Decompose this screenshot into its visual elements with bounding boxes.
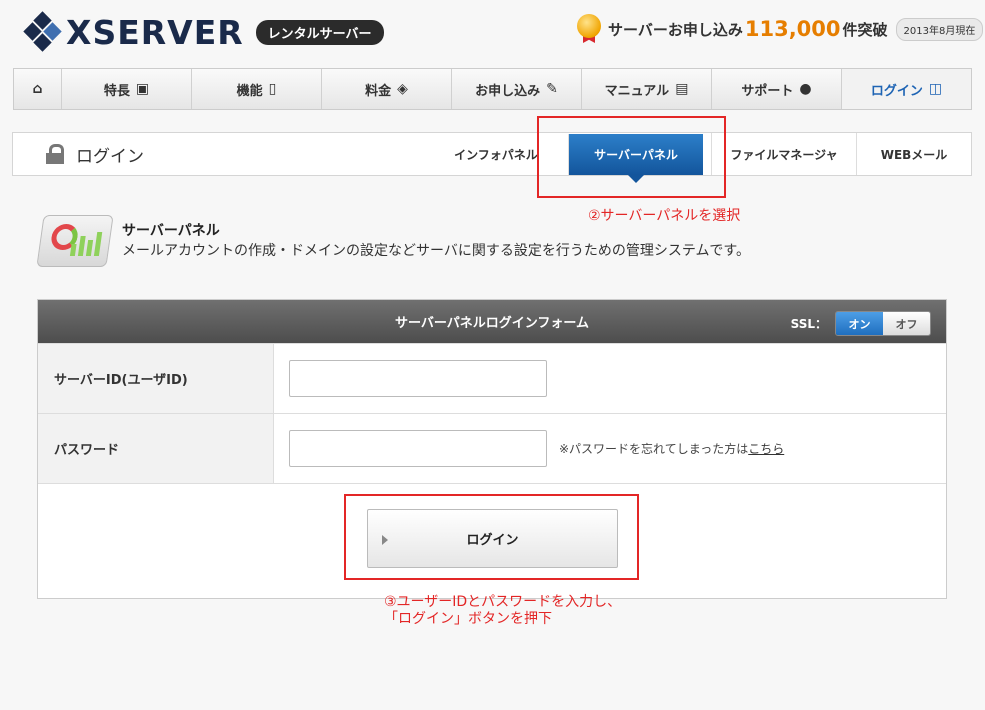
login-subnav: ログイン インフォパネル サーバーパネル ファイルマネージャ WEBメール: [12, 132, 972, 183]
nav-label: 料金: [365, 83, 392, 99]
nav-label: 機能: [236, 83, 263, 99]
annotation-step3-line1: ③ユーザーIDとパスワードを入力し、: [384, 594, 622, 610]
annotation-box-server-panel: [537, 116, 726, 198]
promo-date: 2013年8月現在: [895, 17, 984, 41]
tab-file-manager[interactable]: ファイルマネージャ: [711, 133, 856, 175]
ssl-on-button[interactable]: オン: [836, 312, 883, 335]
promo-suffix: 件突破: [842, 20, 888, 39]
nav-label: ログイン: [870, 83, 923, 99]
home-icon: ⌂: [32, 81, 43, 97]
ssl-switch: SSL： オン オフ: [791, 311, 931, 336]
logo-mark-icon: [22, 11, 62, 52]
forgot-password-link[interactable]: こちら: [748, 442, 784, 456]
ssl-label: SSL：: [790, 317, 827, 331]
form-header: サーバーパネルログインフォーム SSL： オン オフ: [38, 300, 946, 343]
mouse-icon: ▯: [268, 81, 277, 97]
promo-banner: サーバーお申し込み 113,000 件突破 2013年8月現在: [576, 14, 984, 44]
annotation-box-login: [344, 494, 639, 580]
nav-support[interactable]: サポート ●: [712, 69, 842, 109]
intro-title: サーバーパネル: [122, 223, 220, 239]
pencil-icon: ✎: [546, 81, 558, 97]
user-icon: ●: [799, 81, 812, 97]
annotation-step3: ③ユーザーIDとパスワードを入力し、 「ログイン」ボタンを押下: [384, 594, 621, 628]
nav-label: お申し込み: [475, 83, 541, 99]
nav-label: 特長: [103, 83, 130, 99]
nav-manual[interactable]: マニュアル ▤: [582, 69, 712, 109]
nav-label: マニュアル: [604, 83, 670, 99]
tag-icon: ◈: [397, 81, 408, 97]
ssl-toggle: オン オフ: [835, 311, 931, 336]
main-nav: ⌂ 特長 ▣ 機能 ▯ 料金 ◈ お申し込み ✎ マニュアル ▤ サポート ● …: [13, 68, 972, 110]
nav-apply[interactable]: お申し込み ✎: [452, 69, 582, 109]
medal-icon: [576, 14, 602, 44]
intro-description: メールアカウントの作成・ドメインの設定などサーバに関する設定を行うための管理シス…: [122, 243, 751, 259]
nav-pricing[interactable]: 料金 ◈: [322, 69, 452, 109]
form-title: サーバーパネルログインフォーム: [395, 316, 589, 331]
nav-home[interactable]: ⌂: [14, 69, 62, 109]
nav-label: サポート: [741, 83, 794, 99]
promo-prefix: サーバーお申し込み: [608, 20, 743, 39]
server-id-row: サーバーID(ユーザID): [38, 343, 946, 413]
logo-text: XSERVER: [66, 12, 244, 52]
nav-functions[interactable]: 機能 ▯: [192, 69, 322, 109]
lock-icon: [46, 144, 64, 164]
annotation-step2: ②サーバーパネルを選択: [588, 208, 741, 224]
forgot-password-note: ※パスワードを忘れてしまった方はこちら: [559, 440, 784, 457]
book-icon: ▤: [675, 81, 689, 97]
rental-server-badge: レンタルサーバー: [255, 19, 384, 45]
ssl-off-button[interactable]: オフ: [883, 312, 930, 335]
annotation-step3-line2: 「ログイン」ボタンを押下: [384, 611, 552, 627]
tab-webmail[interactable]: WEBメール: [856, 133, 971, 175]
promo-number: 113,000: [744, 17, 841, 41]
password-input[interactable]: [289, 430, 547, 467]
password-row: パスワード ※パスワードを忘れてしまった方はこちら: [38, 413, 946, 483]
server-id-label: サーバーID(ユーザID): [38, 344, 274, 413]
forgot-password-text: ※パスワードを忘れてしまった方は: [559, 442, 749, 456]
page-title: ログイン: [76, 146, 144, 167]
password-label: パスワード: [38, 414, 274, 483]
server-id-input[interactable]: [289, 360, 547, 397]
nav-features[interactable]: 特長 ▣: [62, 69, 192, 109]
lock-icon: ◫: [928, 81, 943, 97]
xserver-logo[interactable]: XSERVER レンタルサーバー: [22, 11, 384, 52]
nav-login[interactable]: ログイン ◫: [842, 69, 971, 109]
server-panel-icon: [36, 215, 114, 267]
subnav-title: ログイン: [13, 142, 432, 167]
monitor-icon: ▣: [135, 81, 150, 97]
